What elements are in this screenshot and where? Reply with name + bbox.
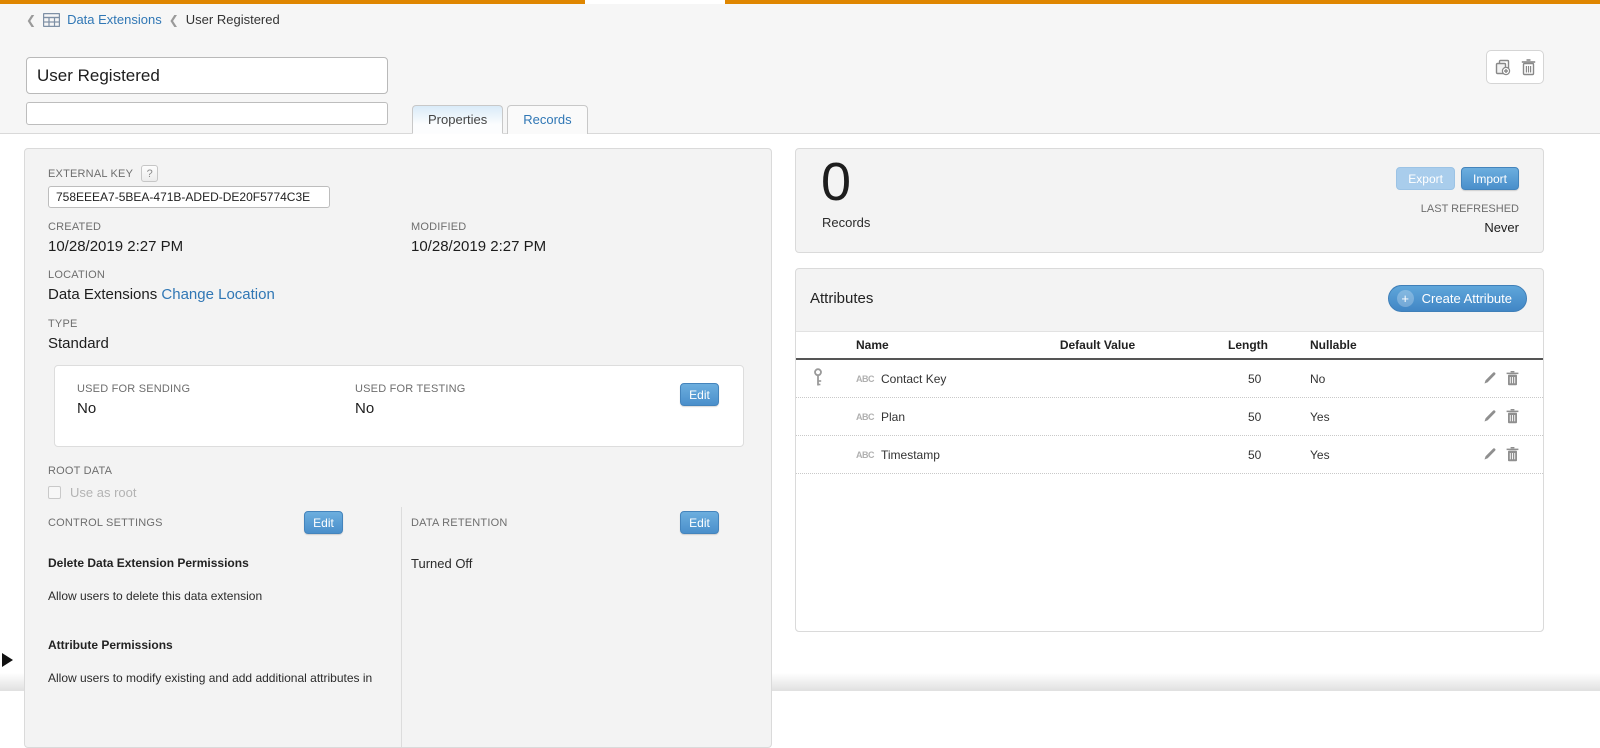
create-attribute-label: Create Attribute [1422,291,1512,306]
column-default-value: Default Value [980,338,1215,352]
import-button[interactable]: Import [1461,167,1519,190]
control-settings-label: CONTROL SETTINGS [48,517,163,529]
column-length: Length [1215,338,1310,352]
modified-value: 10/28/2019 2:27 PM [411,238,546,255]
delete-trash-icon[interactable] [1506,447,1519,462]
attribute-length: 50 [1215,372,1310,386]
attributes-table: Name Default Value Length Nullable ABC C… [796,331,1543,631]
delete-trash-icon[interactable] [1506,409,1519,424]
attribute-nullable: Yes [1310,448,1475,462]
last-refreshed-label: LAST REFRESHED [1421,203,1519,215]
primary-key-icon [813,368,823,390]
use-as-root-label: Use as root [70,485,136,500]
data-retention-label: DATA RETENTION [411,517,508,529]
column-name: Name [840,338,980,352]
last-refreshed-value: Never [1484,220,1519,235]
control-settings-edit-button[interactable]: Edit [304,511,343,534]
properties-panel: EXTERNAL KEY ? CREATED 10/28/2019 2:27 P… [24,148,772,748]
created-value: 10/28/2019 2:27 PM [48,238,183,255]
attribute-name: Plan [881,410,905,424]
tab-properties[interactable]: Properties [412,105,503,134]
delete-trash-icon[interactable] [1506,371,1519,386]
used-for-testing-label: USED FOR TESTING [355,383,466,395]
expand-arrow-icon[interactable] [2,653,13,667]
sending-edit-button[interactable]: Edit [680,383,719,406]
edit-pencil-icon[interactable] [1483,447,1497,462]
extension-name-input[interactable] [26,57,388,94]
export-button[interactable]: Export [1396,167,1455,190]
back-chevron-icon[interactable]: ❮ [26,13,36,27]
extension-description-input[interactable] [26,102,388,125]
delete-permissions-text: Allow users to delete this data extensio… [48,589,262,603]
sending-settings-box: USED FOR SENDING No USED FOR TESTING No … [54,365,744,447]
text-type-icon: ABC [856,450,874,460]
used-for-sending-label: USED FOR SENDING [77,383,190,395]
attribute-permissions-title: Attribute Permissions [48,638,173,652]
attribute-length: 50 [1215,410,1310,424]
breadcrumb-current: User Registered [186,12,280,27]
attribute-name: Contact Key [881,372,946,386]
attribute-nullable: No [1310,372,1475,386]
used-for-testing-value: No [355,400,466,417]
delete-permissions-title: Delete Data Extension Permissions [48,556,249,570]
top-accent-bar [0,0,1600,4]
text-type-icon: ABC [856,412,874,422]
breadcrumb-separator-icon: ❮ [169,13,179,27]
table-row: ABC Contact Key 50 No [796,360,1543,398]
root-data-label: ROOT DATA [48,465,112,477]
breadcrumb: ❮ Data Extensions ❮ User Registered [26,12,280,27]
header-action-group [1486,50,1544,84]
location-value: Data Extensions [48,286,157,303]
attribute-nullable: Yes [1310,410,1475,424]
edit-pencil-icon[interactable] [1483,371,1497,386]
location-label: LOCATION [48,269,275,281]
records-count-label: Records [822,215,870,230]
data-retention-edit-button[interactable]: Edit [680,511,719,534]
attribute-name: Timestamp [881,448,940,462]
external-key-label: EXTERNAL KEY [48,168,133,180]
page-header: ❮ Data Extensions ❮ User Registered Prop… [0,0,1600,134]
external-key-input[interactable] [48,186,330,208]
attributes-panel: Attributes + Create Attribute Name Defau… [795,268,1544,632]
records-count: 0 [821,153,851,212]
delete-icon[interactable] [1521,59,1536,76]
type-label: TYPE [48,318,109,330]
type-value: Standard [48,335,109,352]
attribute-length: 50 [1215,448,1310,462]
table-row: ABC Plan 50 Yes [796,398,1543,436]
help-icon[interactable]: ? [141,165,158,182]
tab-records[interactable]: Records [507,105,587,134]
use-as-root-checkbox[interactable] [48,486,61,499]
data-retention-value: Turned Off [411,556,472,571]
modified-label: MODIFIED [411,221,546,233]
created-label: CREATED [48,221,183,233]
text-type-icon: ABC [856,374,874,384]
change-location-link[interactable]: Change Location [161,286,274,303]
used-for-sending-value: No [77,400,190,417]
records-summary-panel: 0 Records Export Import LAST REFRESHED N… [795,148,1544,253]
data-extension-table-icon [43,13,60,27]
edit-pencil-icon[interactable] [1483,409,1497,424]
table-row: ABC Timestamp 50 Yes [796,436,1543,474]
tab-bar: Properties Records [412,105,588,134]
settings-divider [401,507,402,747]
copy-icon[interactable] [1495,59,1512,76]
column-nullable: Nullable [1310,338,1475,352]
create-attribute-button[interactable]: + Create Attribute [1388,285,1527,312]
breadcrumb-data-extensions-link[interactable]: Data Extensions [67,12,162,27]
attributes-table-header: Name Default Value Length Nullable [796,332,1543,360]
attribute-permissions-text: Allow users to modify existing and add a… [48,671,388,685]
attributes-title: Attributes [810,290,873,307]
plus-icon: + [1397,290,1414,307]
